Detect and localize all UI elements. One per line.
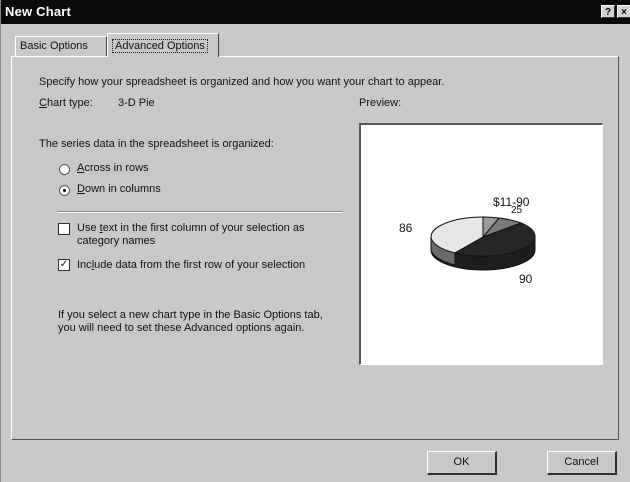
close-button[interactable]: × xyxy=(617,5,630,18)
chart-preview: 86 $11-90 25 90 xyxy=(359,123,603,365)
tab-advanced-options-label: Advanced Options xyxy=(112,39,208,53)
section-divider xyxy=(57,211,343,213)
rows-label-rest: cross in rows xyxy=(84,162,149,174)
chart-type-accelerator: C xyxy=(39,97,47,109)
checkbox-first-column-label-line2: category names xyxy=(77,235,156,247)
new-chart-dialog: New Chart ? × Basic Options Advanced Opt… xyxy=(0,0,630,482)
pie-preview-graphic: 86 $11-90 25 90 xyxy=(399,195,536,286)
radio-down-in-columns-label[interactable]: Down in columns xyxy=(77,183,161,195)
columns-label-rest: own in columns xyxy=(84,183,161,195)
checkbox-first-column-label[interactable]: Use text in the first column of your sel… xyxy=(77,222,304,234)
note-line-1: If you select a new chart type in the Ba… xyxy=(58,309,323,321)
radio-across-in-rows-label[interactable]: Across in rows xyxy=(77,162,149,174)
preview-label-top-overlap: 25 xyxy=(511,205,523,216)
chart-type-label-rest: hart type: xyxy=(46,97,93,109)
help-button[interactable]: ? xyxy=(601,5,615,18)
tab-basic-options[interactable]: Basic Options xyxy=(15,36,107,56)
first-row-text-b: ude data from the first row of your sele… xyxy=(94,259,306,271)
title-bar[interactable]: New Chart ? × xyxy=(1,0,630,24)
series-heading: The series data in the spreadsheet is or… xyxy=(39,138,274,150)
tab-basic-options-label: Basic Options xyxy=(20,40,88,52)
first-column-text-b: ext in the first column of your selectio… xyxy=(102,222,305,234)
tab-advanced-options[interactable]: Advanced Options xyxy=(107,33,219,57)
checkbox-first-column[interactable] xyxy=(58,223,70,235)
first-row-text-a: Inc xyxy=(77,259,92,271)
columns-accelerator: D xyxy=(77,183,85,195)
radio-down-in-columns[interactable] xyxy=(59,185,70,196)
preview-label-left: 86 xyxy=(399,221,413,235)
preview-label: Preview: xyxy=(359,97,402,109)
ok-button[interactable]: OK xyxy=(427,451,497,475)
radio-across-in-rows[interactable] xyxy=(59,164,70,175)
first-column-text-a: Use xyxy=(77,222,100,234)
cancel-button[interactable]: Cancel xyxy=(547,451,617,475)
chart-type-value: 3-D Pie xyxy=(118,97,155,109)
checkbox-first-row-label[interactable]: Include data from the first row of your … xyxy=(77,259,305,271)
dialog-title: New Chart xyxy=(5,4,72,19)
instructions-text: Specify how your spreadsheet is organize… xyxy=(39,76,445,88)
chart-type-label: Chart type: xyxy=(39,97,93,109)
note-line-2: you will need to set these Advanced opti… xyxy=(58,322,305,334)
checkbox-first-row[interactable]: ✓ xyxy=(58,259,70,271)
preview-label-bottom: 90 xyxy=(519,272,533,286)
